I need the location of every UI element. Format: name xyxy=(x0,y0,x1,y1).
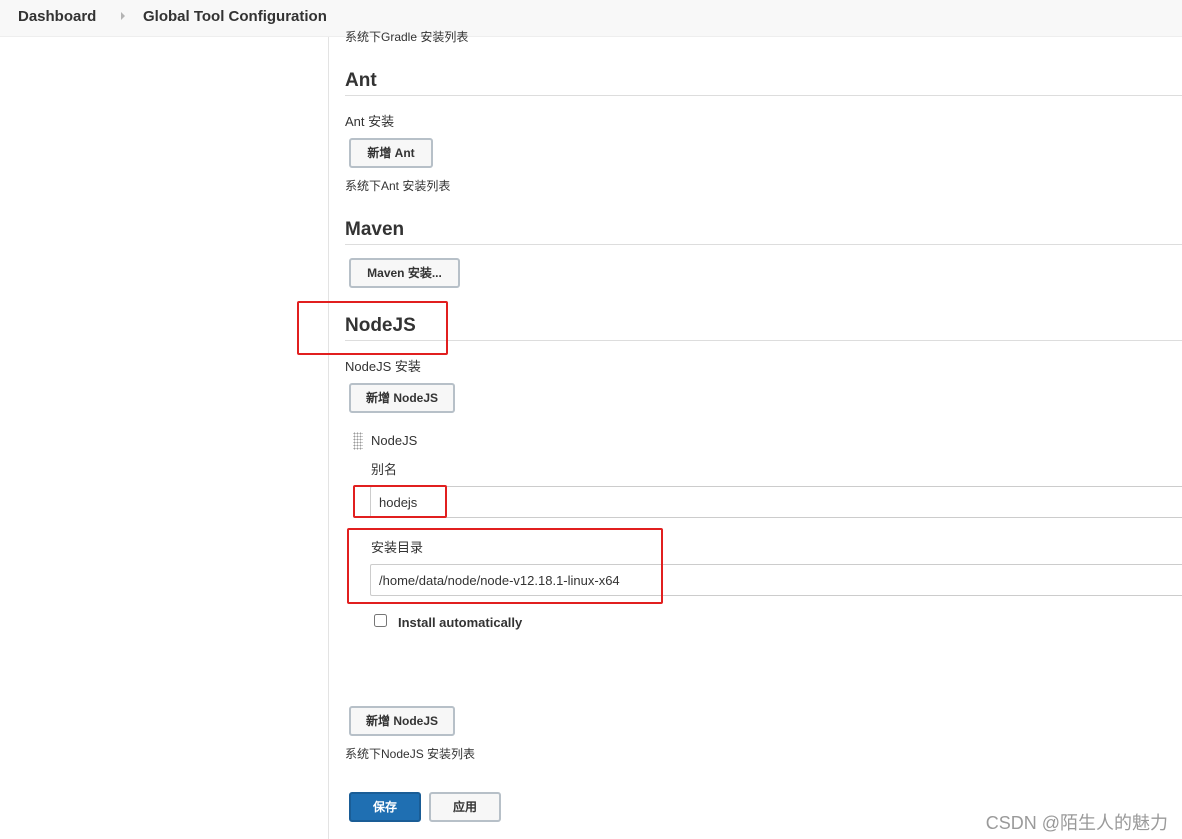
ant-description: 系统下Ant 安装列表 xyxy=(345,179,451,193)
save-button[interactable]: 保存 xyxy=(349,792,421,822)
nodejs-name-input[interactable] xyxy=(370,486,1182,518)
maven-installations-button[interactable]: Maven 安装... xyxy=(349,258,460,288)
gradle-description: 系统下Gradle 安装列表 xyxy=(345,30,469,44)
nodejs-home-label: 安装目录 xyxy=(371,540,424,555)
add-ant-button[interactable]: 新增 Ant xyxy=(349,138,433,168)
maven-section-divider xyxy=(345,244,1182,245)
add-nodejs-button-top[interactable]: 新增 NodeJS xyxy=(349,383,455,413)
maven-section-title: Maven xyxy=(345,219,405,240)
ant-installations-label: Ant 安装 xyxy=(345,114,395,129)
nodejs-installations-label: NodeJS 安装 xyxy=(345,359,421,374)
nodejs-installation-header: NodeJS xyxy=(371,433,418,448)
nodejs-home-input[interactable] xyxy=(370,564,1182,596)
nodejs-description: 系统下NodeJS 安装列表 xyxy=(345,747,476,761)
breadcrumb-dashboard[interactable]: Dashboard xyxy=(18,8,96,25)
nodejs-section-divider xyxy=(345,340,1182,341)
ant-section-title: Ant xyxy=(345,70,377,91)
side-panel xyxy=(0,37,329,839)
nodejs-section-title: NodeJS xyxy=(345,315,416,336)
breadcrumb-global-tool-configuration[interactable]: Global Tool Configuration xyxy=(143,8,327,25)
chevron-right-icon xyxy=(121,12,125,20)
add-nodejs-button-bottom[interactable]: 新增 NodeJS xyxy=(349,706,455,736)
apply-button[interactable]: 应用 xyxy=(429,792,501,822)
breadcrumb: Dashboard Global Tool Configuration xyxy=(0,0,1182,37)
ant-section-divider xyxy=(345,95,1182,96)
install-automatically-label[interactable]: Install automatically xyxy=(398,615,522,630)
install-automatically-checkbox[interactable] xyxy=(374,614,387,627)
nodejs-name-label: 别名 xyxy=(371,462,398,477)
watermark: CSDN @陌生人的魅力 xyxy=(985,813,1168,833)
drag-handle-icon[interactable] xyxy=(353,432,363,450)
